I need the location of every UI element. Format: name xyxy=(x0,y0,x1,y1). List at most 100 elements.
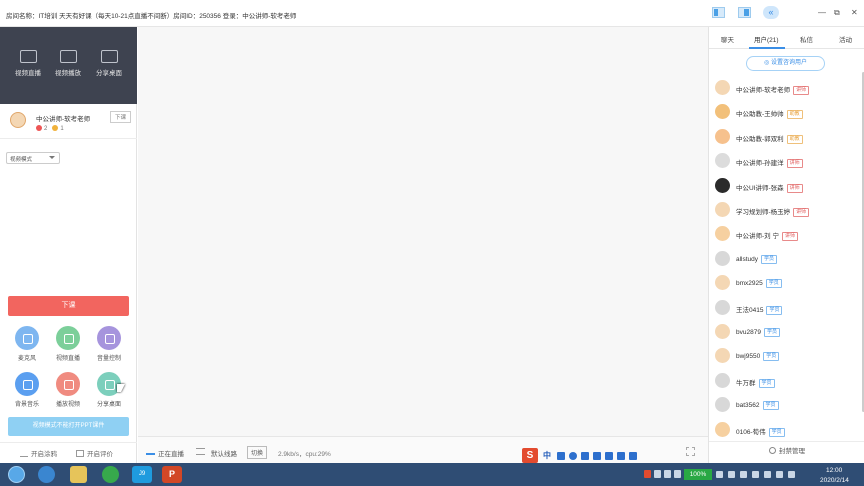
user-name: 中公助教-郭双利 xyxy=(736,135,784,143)
right-panel: 聊天 用户(21) 私信 活动 ◎ 设置咨询用户 中公讲师-软考老师 讲师 中公助教… xyxy=(708,27,864,463)
ban-icon xyxy=(769,447,776,454)
open-evaluation-label: 开启评价 xyxy=(87,451,113,458)
user-row[interactable]: bmx2925 学员 xyxy=(709,272,861,296)
play-video-button[interactable]: 播放视频 xyxy=(51,372,85,408)
user-row[interactable]: 中公讲师-软考老师 讲师 xyxy=(709,77,861,101)
video-play-icon xyxy=(56,372,80,396)
toolbox-icon[interactable] xyxy=(629,452,637,460)
skin-icon[interactable] xyxy=(617,452,625,460)
user-row[interactable]: 中公助教-王帅帅 助教 xyxy=(709,101,861,125)
avatar xyxy=(715,177,730,193)
sogou-icon[interactable]: S xyxy=(522,448,538,463)
keyboard-icon[interactable] xyxy=(593,452,601,460)
restore-icon[interactable]: ⧉ xyxy=(834,8,840,18)
powerpoint-icon[interactable]: P xyxy=(162,466,182,483)
battery-indicator[interactable]: 100% xyxy=(684,469,712,480)
user-name-cell: bmx2925 学员 xyxy=(736,279,782,289)
user-row[interactable]: bat3562 学员 xyxy=(709,394,861,418)
role-badge: 学员 xyxy=(763,352,780,362)
set-consult-user-button[interactable]: ◎ 设置咨询用户 xyxy=(746,56,825,71)
ban-management-label: 封禁管理 xyxy=(779,448,805,455)
user-name-cell: 王法0415 学员 xyxy=(736,304,783,315)
role-badge: 学员 xyxy=(766,305,783,315)
grid-icon[interactable] xyxy=(686,447,695,456)
user-row[interactable]: 中公讲师-刘 宁讲师 xyxy=(709,223,861,247)
flower-count: 2 xyxy=(44,126,48,132)
user-row[interactable]: 中公UI讲师-张森 讲师 xyxy=(709,175,861,199)
room-title: 房间名称：IT培训 天天有好课（每天10-21点直播不间断）房间ID：25035… xyxy=(6,13,297,20)
comment-icon xyxy=(76,450,84,457)
volume-control-button[interactable]: 音量控制 xyxy=(92,326,126,362)
video-play-button[interactable]: 视频播放 xyxy=(48,50,88,77)
user-row[interactable]: allstudy 学员 xyxy=(709,248,861,272)
network-icon[interactable] xyxy=(728,471,735,478)
open-graffiti-button[interactable]: 开启涂鸦 xyxy=(20,448,57,458)
flag-icon[interactable] xyxy=(764,471,771,478)
file-explorer-icon[interactable] xyxy=(70,466,87,483)
share-desktop-button[interactable]: 分享桌面 xyxy=(89,50,129,77)
clock-time[interactable]: 12:00 xyxy=(826,467,842,474)
minimize-icon[interactable]: — xyxy=(818,8,826,18)
microphone-icon xyxy=(15,326,39,350)
layout-left-button[interactable] xyxy=(712,7,725,18)
user-row[interactable]: bwj9550 学员 xyxy=(709,345,861,369)
tab-users[interactable]: 用户(21) xyxy=(754,34,779,44)
tab-chat[interactable]: 聊天 xyxy=(721,34,734,44)
tray-arrow-icon[interactable] xyxy=(674,470,681,478)
avatar xyxy=(715,250,730,266)
open-evaluation-button[interactable]: 开启评价 xyxy=(76,448,113,458)
user-name: 中公助教-王帅帅 xyxy=(736,111,784,119)
user-row[interactable]: 牛万群 学员 xyxy=(709,370,861,394)
collapse-panel-button[interactable]: « xyxy=(763,6,779,19)
power-icon[interactable] xyxy=(716,471,723,478)
switch-line-button[interactable]: 切换 xyxy=(247,446,268,459)
volume-tray-icon[interactable] xyxy=(752,471,759,478)
user-name: bmx2925 xyxy=(736,280,763,288)
user-row[interactable]: 中公助教-郭双利 助教 xyxy=(709,126,861,150)
punctuation-icon[interactable] xyxy=(557,452,565,460)
ime-chinese-indicator[interactable]: 中 xyxy=(543,450,551,461)
camera-icon xyxy=(19,50,37,63)
keyboard-tray-icon[interactable] xyxy=(664,470,671,478)
role-badge: 讲师 xyxy=(793,208,810,217)
clock-date[interactable]: 2020/2/14 xyxy=(820,477,849,484)
user-row[interactable]: 中公讲师-孙建洋 讲师 xyxy=(709,150,861,174)
rate-status: 2.9kb/s，cpu:29% xyxy=(278,451,331,458)
video-live-button[interactable]: 视频直播 xyxy=(8,50,48,77)
role-badge: 讲师 xyxy=(786,159,803,169)
microphone-button[interactable]: 麦克风 xyxy=(10,326,44,362)
start-button[interactable] xyxy=(8,466,25,483)
live-app-icon[interactable]: J9 xyxy=(132,466,152,483)
display-icon[interactable] xyxy=(776,471,783,478)
language-icon[interactable] xyxy=(740,471,747,478)
tab-activity[interactable]: 活动 xyxy=(839,34,852,44)
user-row[interactable]: 学习规划师-杨玉婷 讲师 xyxy=(709,199,861,223)
user-name: 王法0415 xyxy=(736,306,764,314)
user-name-cell: 中公讲师-刘 宁讲师 xyxy=(736,230,798,242)
mode-select[interactable]: 视频模式 xyxy=(6,152,60,164)
ppt-disabled-notice[interactable]: 视频模式不能打开PPT课件 xyxy=(8,417,129,436)
play-video-label: 播放视频 xyxy=(55,402,80,408)
user-row[interactable]: 0106-荀伟 学员 xyxy=(709,419,861,443)
user-row[interactable]: 王法0415 学员 xyxy=(709,297,861,321)
user-icon[interactable] xyxy=(605,452,613,460)
lower-hand-button[interactable]: 下课 xyxy=(110,111,132,123)
help-icon[interactable] xyxy=(654,470,661,478)
voice-icon[interactable] xyxy=(581,452,589,460)
role-badge: 助教 xyxy=(786,110,803,120)
close-icon[interactable]: ✕ xyxy=(851,8,858,18)
video-live-tool-button[interactable]: 视频直播 xyxy=(51,326,85,362)
ban-management-button[interactable]: 封禁管理 xyxy=(709,441,864,461)
sogou-browser-icon[interactable] xyxy=(38,466,55,483)
sogou-tray-icon[interactable] xyxy=(644,470,651,478)
user-name-cell: 中公UI讲师-张森 讲师 xyxy=(736,182,803,193)
tab-private[interactable]: 私信 xyxy=(800,34,813,44)
user-row[interactable]: bvu2879 学员 xyxy=(709,321,861,345)
emoji-icon[interactable] xyxy=(569,452,577,460)
background-music-button[interactable]: 背景音乐 xyxy=(10,372,44,408)
wifi-icon[interactable] xyxy=(788,471,795,478)
end-class-button[interactable]: 下课 xyxy=(8,296,129,316)
app-green-icon[interactable] xyxy=(102,466,119,483)
user-name: 牛万群 xyxy=(736,379,756,387)
layout-right-button[interactable] xyxy=(738,7,751,18)
